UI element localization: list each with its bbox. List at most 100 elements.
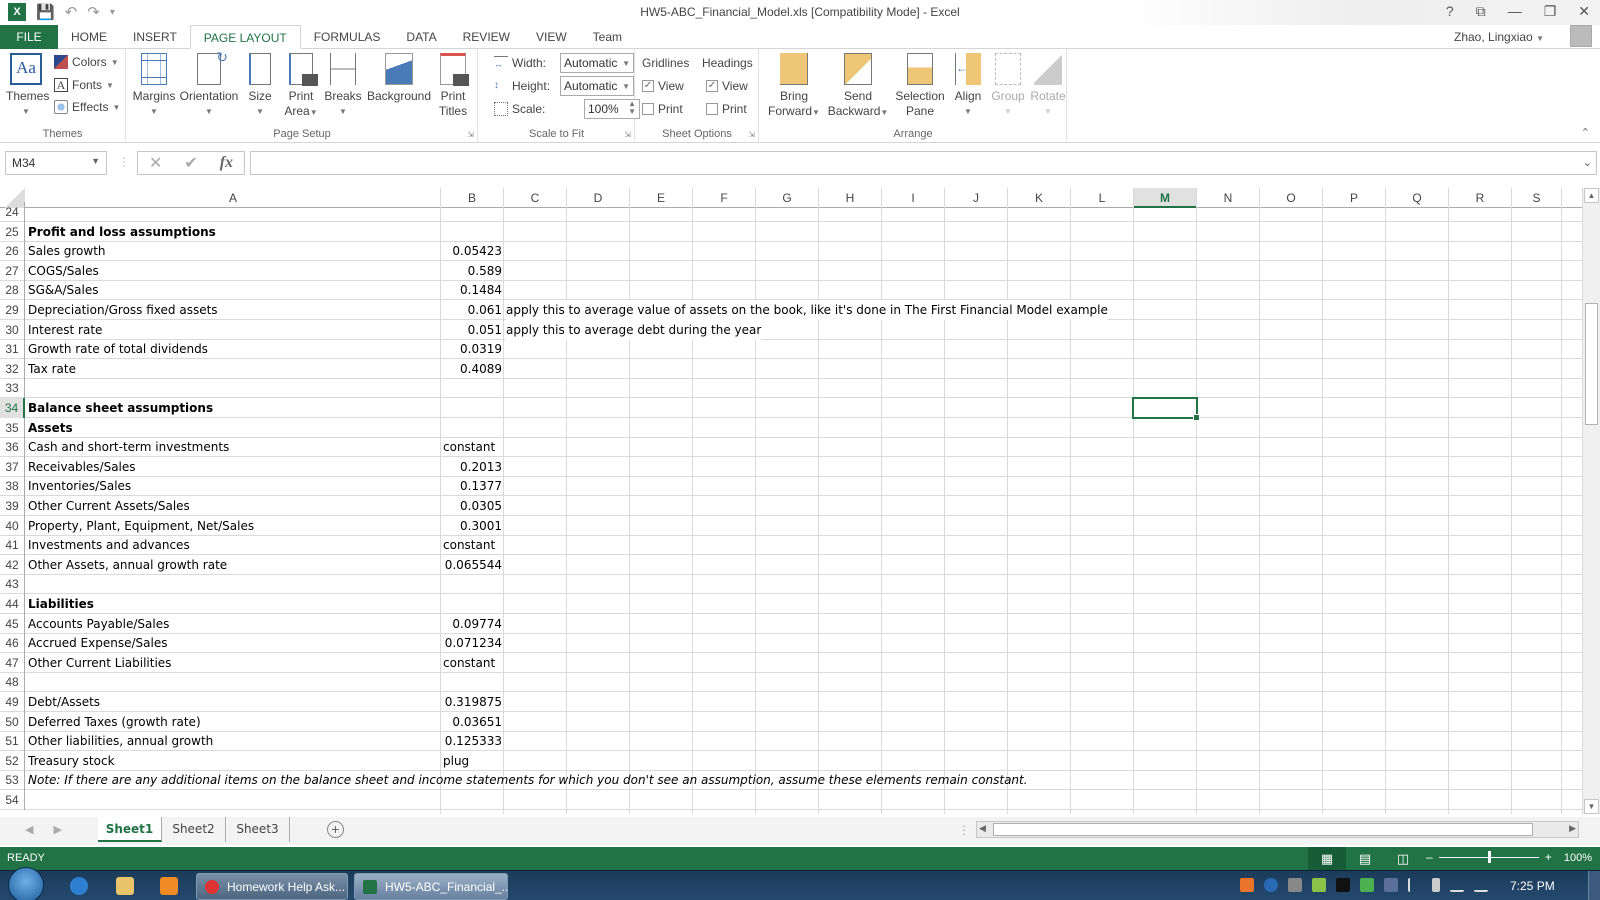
active-cell-selection[interactable] <box>1132 397 1200 421</box>
tab-split-grip-icon[interactable]: ⋮ <box>958 823 970 837</box>
row-header[interactable]: 27 <box>0 260 25 281</box>
tab-review[interactable]: REVIEW <box>450 25 523 49</box>
close-icon[interactable]: ✕ <box>1578 3 1590 20</box>
vertical-scrollbar[interactable]: ▲ ▼ <box>1582 188 1600 814</box>
cell-b[interactable] <box>441 378 504 398</box>
insert-function-icon[interactable]: fx <box>220 154 233 172</box>
row-header[interactable]: 41 <box>0 535 25 556</box>
width-select[interactable]: Automatic ▼ <box>560 53 634 73</box>
gridlines-print-checkbox[interactable]: Print <box>642 102 683 116</box>
row-header[interactable]: 24 <box>0 202 25 222</box>
row-header[interactable]: 53 <box>0 770 25 791</box>
height-select[interactable]: Automatic ▼ <box>560 76 634 96</box>
cell-b[interactable] <box>441 418 504 438</box>
cell-a[interactable]: Other liabilities, annual growth <box>26 731 440 751</box>
battery-icon[interactable] <box>1432 878 1440 892</box>
cell-a[interactable]: COGS/Sales <box>26 261 440 281</box>
cell-a[interactable]: Profit and loss assumptions <box>26 222 440 242</box>
cell-a[interactable]: Balance sheet assumptions <box>26 398 440 418</box>
row-header[interactable]: 51 <box>0 731 25 752</box>
cell-a[interactable]: Tax rate <box>26 359 440 379</box>
row-header[interactable]: 29 <box>0 300 25 320</box>
row-header[interactable]: 30 <box>0 319 25 340</box>
scroll-right-icon[interactable]: ▶ <box>1569 823 1576 834</box>
row-header[interactable]: 25 <box>0 221 25 242</box>
cell-b[interactable]: 0.051 <box>441 320 504 340</box>
row-header[interactable]: 50 <box>0 711 25 732</box>
tab-home[interactable]: HOME <box>58 25 120 49</box>
row-header[interactable]: 40 <box>0 515 25 536</box>
row-header[interactable]: 54 <box>0 790 25 810</box>
cell-a[interactable] <box>26 790 440 810</box>
selection-pane-button[interactable]: Selection Pane <box>892 53 948 119</box>
scale-spinner[interactable]: 100% ▲ ▼ <box>584 99 640 119</box>
gridlines-view-checkbox[interactable]: ✓ View <box>642 79 684 93</box>
name-box[interactable]: M34 ▼ <box>5 151 107 175</box>
show-desktop-button[interactable] <box>1588 871 1600 900</box>
size-button[interactable]: Size ▼ <box>243 53 277 119</box>
cell-a[interactable]: Sales growth <box>26 241 440 261</box>
minimize-icon[interactable]: — <box>1508 3 1522 20</box>
themes-button[interactable]: Aa Themes ▼ <box>6 53 49 119</box>
cell-b[interactable]: constant <box>441 535 504 555</box>
ribbon-display-options-icon[interactable]: ⧉ <box>1476 3 1486 20</box>
cell-b[interactable]: 0.4089 <box>441 359 504 379</box>
cell-a[interactable]: Accounts Payable/Sales <box>26 614 440 634</box>
row-header[interactable]: 31 <box>0 339 25 360</box>
cell-b[interactable]: 0.3001 <box>441 516 504 536</box>
tray-app-icon[interactable] <box>1312 878 1326 892</box>
zoom-slider[interactable]: – + <box>1426 850 1552 864</box>
clock[interactable]: 7:25 PM <box>1510 879 1555 893</box>
cell-b[interactable] <box>441 672 504 692</box>
cancel-icon[interactable]: ✕ <box>149 153 162 173</box>
scroll-left-icon[interactable]: ◀ <box>979 823 986 834</box>
prev-sheet-icon[interactable]: ◀ <box>25 823 33 836</box>
add-sheet-icon[interactable]: + <box>327 821 344 838</box>
cell-b[interactable]: 0.1377 <box>441 476 504 496</box>
page-layout-view-icon[interactable]: ▤ <box>1346 847 1384 870</box>
cell-b[interactable]: 0.03651 <box>441 712 504 732</box>
bring-forward-button[interactable]: Bring Forward▼ <box>764 53 824 120</box>
row-header[interactable]: 26 <box>0 241 25 262</box>
action-center-flag-icon[interactable] <box>1408 878 1422 892</box>
cell-a[interactable]: Receivables/Sales <box>26 457 440 477</box>
tab-file[interactable]: FILE <box>0 25 58 49</box>
cell-b[interactable]: 0.09774 <box>441 614 504 634</box>
align-button[interactable]: ← Align ▼ <box>950 53 986 119</box>
avatar[interactable] <box>1570 25 1592 47</box>
row-header[interactable]: 33 <box>0 378 25 399</box>
cell-a[interactable] <box>26 574 440 594</box>
row-header[interactable]: 45 <box>0 613 25 634</box>
cell-a[interactable]: SG&A/Sales <box>26 280 440 300</box>
row-header[interactable]: 48 <box>0 672 25 693</box>
row-header[interactable]: 32 <box>0 358 25 379</box>
nvidia-icon[interactable] <box>1360 878 1374 892</box>
formula-input[interactable]: ⌄ <box>250 151 1597 175</box>
cell-b[interactable]: 0.0319 <box>441 339 504 359</box>
zoom-out-icon[interactable]: – <box>1426 850 1433 864</box>
margins-button[interactable]: Margins ▼ <box>131 53 177 119</box>
volume-icon[interactable] <box>1474 878 1488 892</box>
effects-button[interactable]: Effects ▼ <box>54 100 120 114</box>
display-icon[interactable] <box>1384 878 1398 892</box>
headings-print-checkbox[interactable]: Print <box>706 102 747 116</box>
cell-b[interactable] <box>441 790 504 810</box>
tray-app-icon[interactable] <box>1336 878 1350 892</box>
taskbar-task-excel[interactable]: HW5-ABC_Financial_... <box>354 873 508 900</box>
bluetooth-icon[interactable] <box>1264 878 1278 892</box>
row-header[interactable]: 39 <box>0 496 25 516</box>
cell-a[interactable] <box>26 202 440 222</box>
orientation-button[interactable]: ↻ Orientation ▼ <box>177 50 241 119</box>
scroll-up-icon[interactable]: ▲ <box>1584 188 1599 203</box>
spinner-arrows-icon[interactable]: ▲ ▼ <box>628 100 636 116</box>
cell-b[interactable]: 0.065544 <box>441 555 504 575</box>
row-header[interactable]: 47 <box>0 652 25 673</box>
row-header[interactable]: 44 <box>0 594 25 614</box>
cell-b[interactable]: constant <box>441 653 504 673</box>
file-explorer-icon[interactable] <box>116 877 134 895</box>
cell-b[interactable]: 0.1484 <box>441 280 504 300</box>
page-setup-dialog-launcher-icon[interactable]: ⇲ <box>467 130 474 139</box>
zoom-track[interactable] <box>1438 850 1539 863</box>
vertical-scroll-thumb[interactable] <box>1585 303 1598 425</box>
sheet-tab-sheet2[interactable]: Sheet2 <box>162 817 226 842</box>
